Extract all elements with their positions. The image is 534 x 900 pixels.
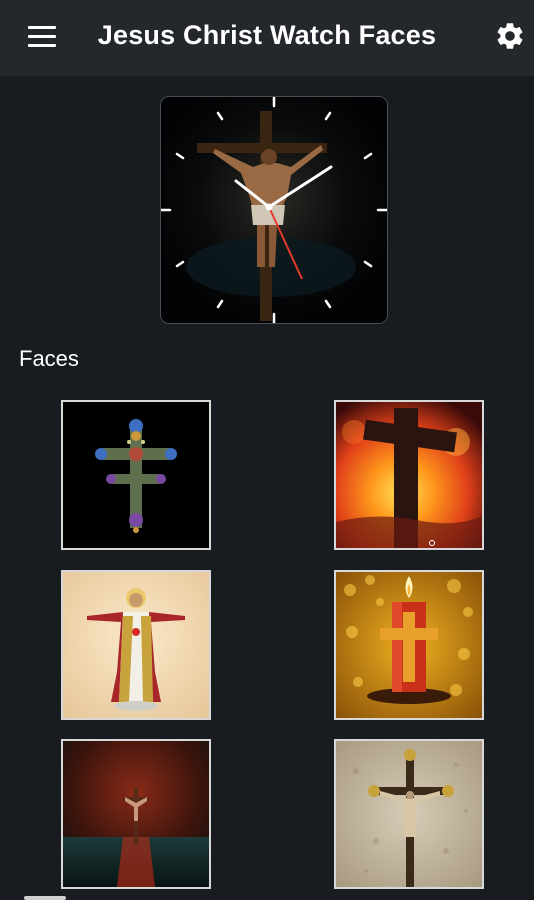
watch-face-thumbnail-sunset-cross[interactable] bbox=[334, 400, 484, 550]
scroll-indicator bbox=[24, 896, 66, 900]
watch-face-thumbnail-ornate-cross[interactable] bbox=[61, 400, 211, 550]
app-bar: Jesus Christ Watch Faces bbox=[0, 0, 534, 76]
gear-icon[interactable] bbox=[494, 20, 526, 52]
watch-face-thumbnail-candle-cross[interactable] bbox=[334, 570, 484, 720]
watch-face-thumbnail-sacred-heart[interactable] bbox=[61, 570, 211, 720]
watch-face-thumbnail-crucifix-water[interactable] bbox=[61, 739, 211, 889]
watch-face-thumbnail-stone-wall-crucifix[interactable] bbox=[334, 739, 484, 889]
watch-face-preview[interactable] bbox=[160, 96, 388, 324]
faces-section-title: Faces bbox=[19, 346, 79, 371]
app-title: Jesus Christ Watch Faces bbox=[97, 20, 437, 50]
